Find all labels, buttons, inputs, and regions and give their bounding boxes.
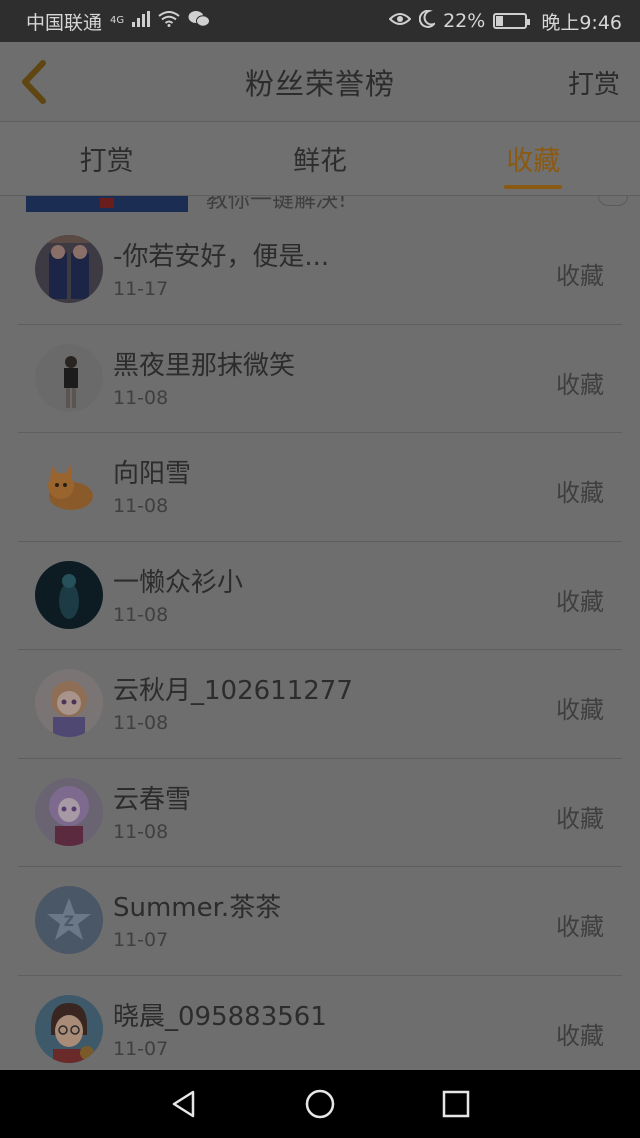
clock: 晚上9:46 bbox=[541, 11, 622, 34]
list-item[interactable]: 晓晨_095883561 11-07 收藏 bbox=[18, 976, 622, 1071]
avatar bbox=[35, 235, 103, 303]
avatar bbox=[35, 343, 103, 412]
item-status: 收藏 bbox=[556, 913, 604, 941]
square-recent-icon bbox=[442, 1090, 470, 1118]
app-bar: 粉丝荣誉榜 打赏 bbox=[0, 42, 640, 122]
moon-icon bbox=[418, 9, 438, 32]
tab-label: 收藏 bbox=[506, 146, 561, 177]
triangle-back-icon bbox=[172, 1090, 195, 1118]
fan-list: -你若安好，便是... 11-17 收藏 黑夜里那抹微笑 11-08 收藏 向阳… bbox=[0, 216, 640, 1070]
reward-button[interactable]: 打赏 bbox=[568, 64, 620, 101]
list-item[interactable]: -你若安好，便是... 11-17 收藏 bbox=[18, 216, 622, 325]
avatar bbox=[35, 994, 103, 1063]
avatar bbox=[35, 777, 103, 846]
avatar bbox=[35, 669, 103, 737]
eye-icon bbox=[388, 12, 412, 30]
back-button[interactable] bbox=[14, 58, 54, 106]
wechat-icon bbox=[188, 10, 211, 32]
item-status: 收藏 bbox=[556, 804, 604, 833]
status-bar: 中国联通 4G 22% 晚上9:46 bbox=[0, 0, 640, 42]
user-name: 云春雪 bbox=[113, 784, 192, 815]
item-status: 收藏 bbox=[556, 696, 604, 724]
list-item[interactable]: 云春雪 11-08 收藏 bbox=[18, 759, 622, 867]
wifi-icon bbox=[158, 11, 180, 31]
avatar: Z bbox=[35, 886, 103, 954]
fan-list-panel: 教你一键解决! -你若安好，便是... 11-17 收藏 黑夜里那抹微笑 11-… bbox=[0, 196, 640, 1070]
item-date: 11-08 bbox=[113, 495, 169, 517]
page-title: 粉丝荣誉榜 bbox=[244, 66, 395, 101]
tab-bar: 打赏 鲜花 收藏 bbox=[0, 122, 640, 196]
user-name: Summer.茶茶 bbox=[113, 893, 282, 923]
item-date: 11-07 bbox=[113, 929, 169, 951]
user-name: 一懒众衫小 bbox=[113, 567, 244, 598]
item-status: 收藏 bbox=[556, 262, 604, 290]
item-date: 11-17 bbox=[113, 278, 169, 300]
item-date: 11-08 bbox=[113, 712, 169, 734]
ad-banner[interactable]: 教你一键解决! bbox=[0, 196, 640, 216]
tab-reward[interactable]: 打赏 bbox=[0, 122, 213, 195]
tab-collect[interactable]: 收藏 bbox=[427, 122, 640, 195]
nav-home-button[interactable] bbox=[297, 1081, 343, 1127]
tab-label: 打赏 bbox=[79, 146, 134, 177]
tab-flowers[interactable]: 鲜花 bbox=[213, 122, 426, 195]
svg-text:Z: Z bbox=[64, 914, 74, 930]
carrier-label: 中国联通 bbox=[26, 11, 103, 34]
circle-home-icon bbox=[305, 1089, 335, 1119]
list-item[interactable]: Z Summer.茶茶 11-07 收藏 bbox=[18, 867, 622, 976]
item-date: 11-07 bbox=[113, 1037, 169, 1060]
signal-icon bbox=[132, 11, 151, 31]
avatar bbox=[35, 452, 103, 520]
ad-close-button[interactable] bbox=[598, 196, 628, 206]
user-name: 向阳雪 bbox=[113, 459, 192, 489]
item-date: 11-08 bbox=[113, 386, 169, 409]
list-item[interactable]: 一懒众衫小 11-08 收藏 bbox=[18, 542, 622, 650]
battery-icon bbox=[493, 13, 531, 29]
nav-recent-button[interactable] bbox=[433, 1081, 479, 1127]
nav-back-button[interactable] bbox=[161, 1081, 207, 1127]
list-item[interactable]: 黑夜里那抹微笑 11-08 收藏 bbox=[18, 325, 622, 433]
tab-label: 鲜花 bbox=[292, 146, 347, 177]
item-date: 11-08 bbox=[113, 820, 169, 843]
chevron-left-icon bbox=[22, 60, 46, 104]
user-name: 晓晨_095883561 bbox=[113, 1001, 327, 1032]
user-name: 黑夜里那抹微笑 bbox=[113, 350, 296, 381]
user-name: 云秋月_102611277 bbox=[113, 676, 353, 706]
ad-image bbox=[26, 196, 188, 212]
system-nav-bar bbox=[0, 1070, 640, 1138]
item-date: 11-08 bbox=[113, 603, 169, 626]
item-status: 收藏 bbox=[556, 479, 604, 507]
network-type-label: 4G bbox=[110, 14, 125, 26]
avatar bbox=[35, 560, 103, 629]
battery-percent: 22% bbox=[443, 10, 486, 32]
item-status: 收藏 bbox=[556, 587, 604, 616]
item-status: 收藏 bbox=[556, 1021, 604, 1050]
ad-text: 教你一键解决! bbox=[206, 196, 347, 213]
user-name: -你若安好，便是... bbox=[113, 242, 330, 272]
tab-indicator bbox=[504, 185, 563, 189]
item-status: 收藏 bbox=[556, 370, 604, 399]
list-item[interactable]: 向阳雪 11-08 收藏 bbox=[18, 433, 622, 542]
list-item[interactable]: 云秋月_102611277 11-08 收藏 bbox=[18, 650, 622, 759]
